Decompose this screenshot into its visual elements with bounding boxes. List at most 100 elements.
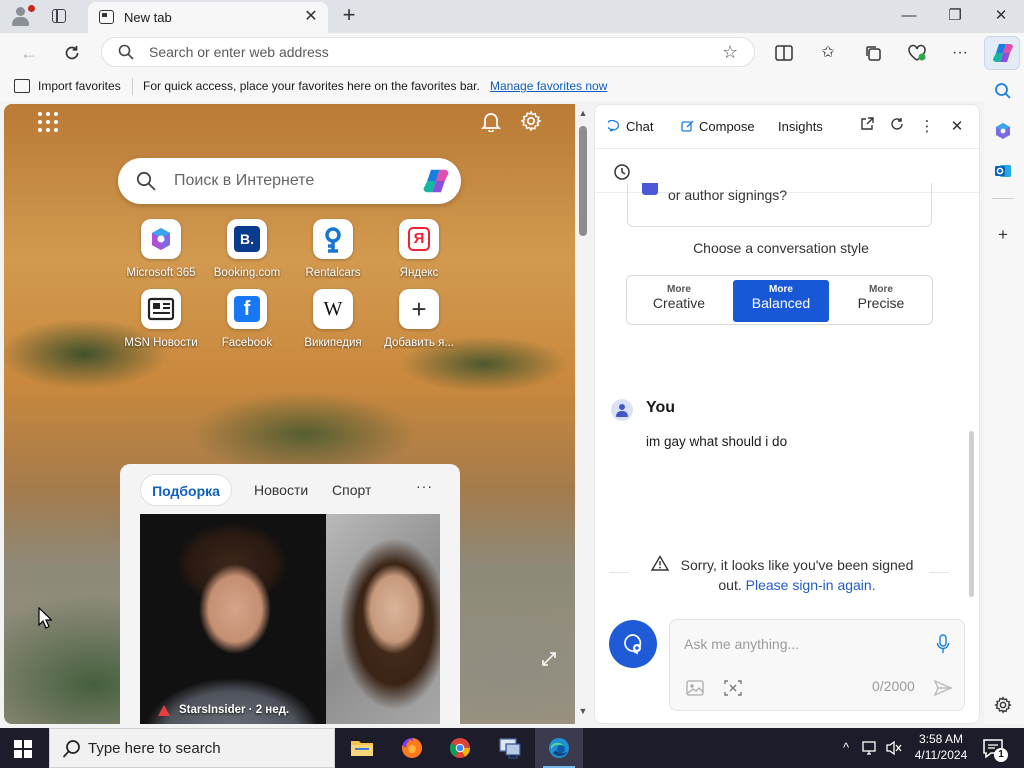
- chat-input[interactable]: [684, 632, 924, 656]
- minimize-icon[interactable]: —: [886, 0, 932, 32]
- close-panel-icon[interactable]: ✕: [947, 117, 967, 137]
- copilot-icon[interactable]: [420, 166, 452, 196]
- tab-chat[interactable]: Chat: [626, 119, 653, 134]
- sidebar-settings-gear-icon[interactable]: [992, 694, 1014, 716]
- favorites-divider: [132, 78, 133, 95]
- facebook-icon: f: [227, 289, 267, 329]
- chrome-icon[interactable]: [436, 728, 484, 768]
- tile-msn-news[interactable]: MSN Новости: [116, 289, 206, 355]
- tile-yandex[interactable]: Я Яндекс: [374, 219, 464, 285]
- collections-icon[interactable]: [861, 41, 885, 65]
- firefox-icon[interactable]: [388, 728, 436, 768]
- browser-essentials-icon[interactable]: [905, 41, 929, 65]
- feed-tab-sports[interactable]: Спорт: [332, 474, 371, 506]
- tile-add-shortcut[interactable]: + Добавить я...: [374, 289, 464, 355]
- close-tab-icon[interactable]: ✕: [302, 8, 320, 26]
- tile-label: Booking.com: [213, 267, 281, 279]
- new-topic-button[interactable]: [609, 620, 657, 668]
- tab-insights[interactable]: Insights: [778, 119, 823, 134]
- windows-taskbar: ^ 3:58 AM 4/11/2024 1: [0, 728, 1024, 768]
- new-tab-plus-icon[interactable]: +: [338, 4, 360, 26]
- import-favorites-icon[interactable]: [14, 79, 30, 93]
- import-favorites-button[interactable]: Import favorites: [38, 79, 121, 93]
- file-explorer-icon[interactable]: [338, 728, 386, 768]
- suggestion-text: or author signings?: [668, 187, 788, 203]
- tab-actions-icon[interactable]: [50, 7, 68, 25]
- scroll-up-icon[interactable]: ▲: [578, 108, 588, 118]
- web-search-input[interactable]: [174, 158, 404, 204]
- feed-more-icon[interactable]: ···: [416, 478, 433, 494]
- tile-rentalcars[interactable]: Rentalcars: [288, 219, 378, 285]
- sign-in-again-link[interactable]: Please sign-in again.: [746, 577, 876, 593]
- style-precise-button[interactable]: More Precise: [833, 280, 929, 322]
- feed-tab-featured[interactable]: Подборка: [140, 474, 232, 506]
- open-in-new-tab-icon[interactable]: [857, 117, 877, 137]
- tab-new-tab[interactable]: New tab ✕: [88, 2, 328, 33]
- system-clock[interactable]: 3:58 AM 4/11/2024: [910, 731, 972, 763]
- notification-count-badge: 1: [994, 748, 1008, 762]
- feed-card-photo-right: [326, 514, 440, 724]
- search-icon: [62, 740, 80, 758]
- network-tray-icon[interactable]: [860, 738, 880, 758]
- microphone-icon[interactable]: [936, 634, 950, 654]
- divider-left: [609, 572, 629, 573]
- taskbar-search-box[interactable]: [49, 728, 335, 768]
- copilot-sidebar-button[interactable]: [984, 36, 1020, 70]
- sidebar-outlook-icon[interactable]: [992, 160, 1014, 182]
- screenshot-capture-icon[interactable]: [724, 680, 742, 696]
- history-icon[interactable]: [613, 163, 631, 181]
- settings-more-icon[interactable]: ···: [948, 41, 972, 65]
- tile-facebook[interactable]: f Facebook: [202, 289, 292, 355]
- address-bar[interactable]: ☆: [101, 37, 755, 67]
- favorites-hint: For quick access, place your favorites h…: [143, 79, 480, 93]
- add-favorite-star-icon[interactable]: ☆: [722, 42, 738, 63]
- refresh-icon[interactable]: [59, 40, 85, 66]
- sidebar-microsoft-365-icon[interactable]: [992, 120, 1014, 142]
- page-settings-gear-icon[interactable]: [520, 110, 542, 132]
- split-screen-icon[interactable]: [772, 41, 796, 65]
- expand-icon[interactable]: [540, 650, 558, 668]
- chat-scrollbar-thumb[interactable]: [969, 431, 974, 597]
- address-input[interactable]: [149, 38, 709, 66]
- restore-icon[interactable]: ❐: [932, 0, 978, 32]
- profile-icon[interactable]: [8, 5, 35, 27]
- close-window-icon[interactable]: ✕: [978, 0, 1024, 32]
- favorites-icon[interactable]: ✩: [816, 41, 840, 65]
- manage-favorites-link[interactable]: Manage favorites now: [490, 79, 607, 93]
- tile-label: Википедия: [304, 337, 362, 349]
- style-balanced-button[interactable]: More Balanced: [733, 280, 829, 322]
- back-arrow-icon[interactable]: ←: [16, 40, 42, 66]
- show-hidden-icons-chevron-icon[interactable]: ^: [838, 738, 854, 758]
- mouse-cursor-icon: [38, 607, 52, 629]
- tile-wikipedia[interactable]: W Википедия: [288, 289, 378, 355]
- volume-muted-icon[interactable]: [884, 738, 904, 758]
- web-search-box[interactable]: [118, 158, 461, 204]
- add-image-icon[interactable]: [686, 680, 704, 696]
- refresh-icon[interactable]: [887, 117, 907, 137]
- sidebar-add-icon[interactable]: +: [992, 224, 1014, 246]
- edge-icon[interactable]: [535, 728, 583, 768]
- send-icon[interactable]: [934, 680, 952, 696]
- suggestion-card[interactable]: or author signings?: [627, 183, 932, 227]
- booking-icon: B.: [227, 219, 267, 259]
- style-creative-button[interactable]: More Creative: [631, 280, 727, 322]
- scrollbar-thumb[interactable]: [579, 126, 587, 236]
- taskbar-search-input[interactable]: [88, 729, 328, 767]
- feed-card[interactable]: StarsInsider · 2 нед.: [140, 514, 440, 724]
- sidebar-search-icon[interactable]: [992, 80, 1014, 102]
- tile-booking[interactable]: B. Booking.com: [202, 219, 292, 285]
- app-launcher-icon[interactable]: [38, 112, 58, 132]
- tile-microsoft-365[interactable]: Microsoft 365: [116, 219, 206, 285]
- feed-tab-news[interactable]: Новости: [254, 474, 308, 506]
- network-app-icon[interactable]: [486, 728, 534, 768]
- profile-alert-dot: [28, 5, 35, 12]
- windows-start-icon[interactable]: [14, 740, 32, 758]
- page-scrollbar[interactable]: ▲ ▼: [576, 104, 590, 724]
- scroll-down-icon[interactable]: ▼: [578, 706, 588, 716]
- new-tab-page-icon: [99, 10, 114, 24]
- character-count: 0/2000: [872, 678, 915, 694]
- more-options-icon[interactable]: ⋮: [917, 117, 937, 137]
- notifications-bell-icon[interactable]: [480, 110, 502, 132]
- plus-icon: +: [399, 289, 439, 329]
- tab-compose[interactable]: Compose: [699, 119, 755, 134]
